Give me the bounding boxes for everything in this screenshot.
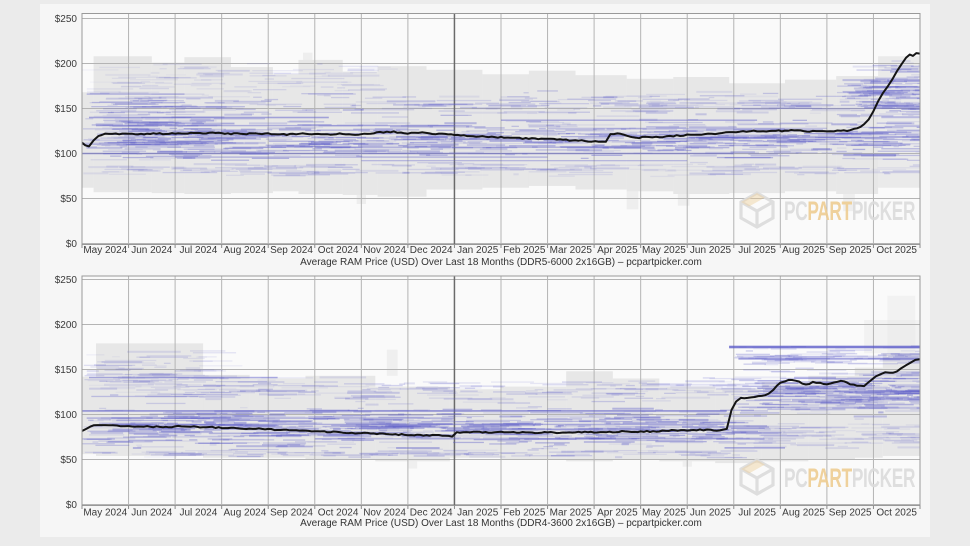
x-axis-tick-label: Aug 2024 (223, 508, 266, 519)
x-axis-tick-label: Sep 2024 (270, 508, 313, 519)
x-axis-tick-label: Dec 2024 (410, 508, 453, 519)
x-axis-tick-label: Jan 2025 (457, 245, 499, 256)
y-axis-tick-label: $200 (55, 320, 78, 331)
x-axis-tick-label: Nov 2024 (363, 508, 406, 519)
x-axis-tick-label: Dec 2024 (410, 245, 453, 256)
y-axis-tick-label: $50 (60, 194, 77, 205)
x-axis-tick-label: Oct 2025 (876, 245, 917, 256)
y-axis-tick-label: $150 (55, 365, 78, 376)
x-axis-tick-label: Jun 2025 (690, 508, 732, 519)
ddr4-price-chart: PCPARTPICKER $0 $50 $100 $150 $200 $250 May 202… (0, 270, 970, 546)
x-axis-tick-label: May 2024 (83, 245, 127, 256)
pcpartpicker-watermark-text: PCPARTPICKER (784, 462, 915, 493)
y-axis-tick-label: $100 (55, 410, 78, 421)
ddr5-chart-title: Average RAM Price (USD) Over Last 18 Mon… (82, 257, 920, 268)
x-axis-tick-label: May 2025 (642, 245, 686, 256)
x-axis-tick-label: Apr 2025 (597, 508, 638, 519)
y-axis-tick-label: $50 (60, 455, 77, 466)
x-axis-tick-label: Apr 2025 (597, 245, 638, 256)
x-axis-tick-label: Jun 2024 (131, 508, 173, 519)
x-axis-tick-label: Aug 2025 (782, 508, 825, 519)
x-axis-tick-label: Sep 2024 (270, 245, 313, 256)
x-axis-tick-label: Feb 2025 (503, 245, 546, 256)
x-axis-tick-label: May 2025 (642, 508, 686, 519)
x-axis-tick-label: May 2024 (83, 508, 127, 519)
x-axis-tick-label: Sep 2025 (829, 508, 872, 519)
ddr5-price-chart: PCPARTPICKER $0 $50 $100 $150 $200 $250 May 202… (0, 0, 970, 270)
y-axis-tick-label: $100 (55, 149, 78, 160)
y-axis-tick-label: $0 (66, 239, 78, 250)
x-axis-tick-label: Jul 2024 (179, 245, 217, 256)
y-axis-tick-label: $0 (66, 500, 78, 511)
y-axis-tick-label: $200 (55, 59, 78, 70)
pcpartpicker-watermark-text: PCPARTPICKER (784, 195, 915, 226)
x-axis-tick-label: Sep 2025 (829, 245, 872, 256)
x-axis-tick-label: Jul 2024 (179, 508, 217, 519)
x-axis-tick-label: Jan 2025 (457, 508, 499, 519)
x-axis-tick-label: Jul 2025 (738, 245, 776, 256)
x-axis-tick-label: Jul 2025 (738, 508, 776, 519)
x-axis-tick-label: Nov 2024 (363, 245, 406, 256)
y-axis-tick-label: $150 (55, 104, 78, 115)
x-axis-tick-label: Aug 2025 (782, 245, 825, 256)
x-axis-tick-label: Mar 2025 (550, 508, 593, 519)
y-axis-tick-label: $250 (55, 14, 78, 25)
x-axis-tick-label: Aug 2024 (223, 245, 266, 256)
ddr4-chart-title: Average RAM Price (USD) Over Last 18 Mon… (82, 518, 920, 529)
x-axis-tick-label: Feb 2025 (503, 508, 546, 519)
x-axis-tick-label: Oct 2025 (876, 508, 917, 519)
x-axis-tick-label: Oct 2024 (318, 245, 359, 256)
y-axis-tick-label: $250 (55, 275, 78, 286)
x-axis-tick-label: Jun 2025 (690, 245, 732, 256)
x-axis-tick-label: Jun 2024 (131, 245, 173, 256)
x-axis-tick-label: Oct 2024 (318, 508, 359, 519)
ram-price-trends-screenshot: PCPARTPICKER $0 $50 $100 $150 $200 $250 May 202… (0, 0, 970, 546)
x-axis-tick-label: Mar 2025 (550, 245, 593, 256)
